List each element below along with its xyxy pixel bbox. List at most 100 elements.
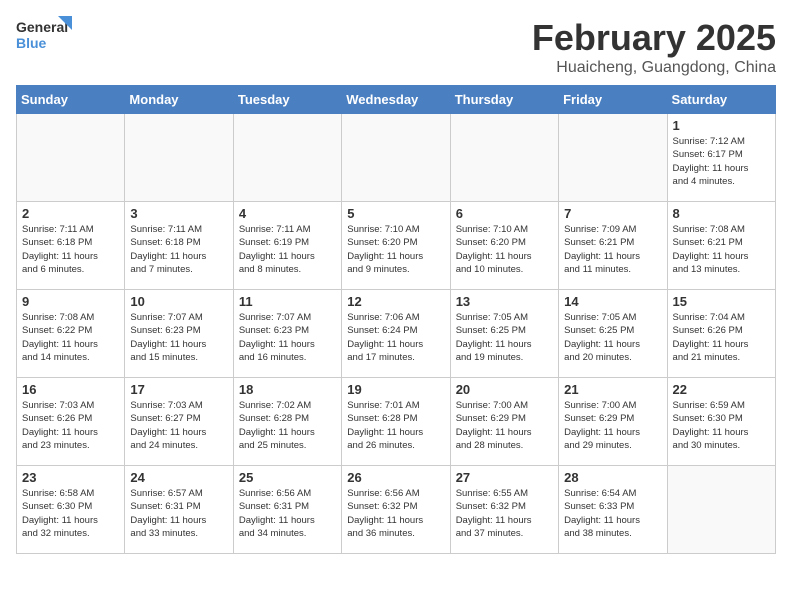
- day-number: 8: [673, 206, 770, 221]
- day-info: Sunrise: 6:56 AM Sunset: 6:31 PM Dayligh…: [239, 487, 336, 540]
- day-info: Sunrise: 7:05 AM Sunset: 6:25 PM Dayligh…: [564, 311, 661, 364]
- calendar-cell: 23 Sunrise: 6:58 AM Sunset: 6:30 PM Dayli…: [17, 466, 125, 554]
- day-info: Sunrise: 7:07 AM Sunset: 6:23 PM Dayligh…: [130, 311, 227, 364]
- day-info: Sunrise: 7:06 AM Sunset: 6:24 PM Dayligh…: [347, 311, 444, 364]
- day-number: 27: [456, 470, 553, 485]
- day-info: Sunrise: 7:01 AM Sunset: 6:28 PM Dayligh…: [347, 399, 444, 452]
- calendar-cell: 9 Sunrise: 7:08 AM Sunset: 6:22 PM Daylig…: [17, 290, 125, 378]
- day-number: 5: [347, 206, 444, 221]
- calendar-cell: [125, 114, 233, 202]
- day-info: Sunrise: 6:59 AM Sunset: 6:30 PM Dayligh…: [673, 399, 770, 452]
- day-number: 21: [564, 382, 661, 397]
- calendar-cell: [17, 114, 125, 202]
- calendar-cell: 28 Sunrise: 6:54 AM Sunset: 6:33 PM Dayli…: [559, 466, 667, 554]
- day-info: Sunrise: 7:10 AM Sunset: 6:20 PM Dayligh…: [347, 223, 444, 276]
- day-info: Sunrise: 7:11 AM Sunset: 6:18 PM Dayligh…: [130, 223, 227, 276]
- calendar-cell: [233, 114, 341, 202]
- calendar-week-5: 23 Sunrise: 6:58 AM Sunset: 6:30 PM Dayli…: [17, 466, 776, 554]
- weekday-header-saturday: Saturday: [667, 86, 775, 114]
- svg-text:Blue: Blue: [16, 35, 47, 51]
- calendar-cell: [559, 114, 667, 202]
- logo: GeneralBlue: [16, 16, 76, 52]
- calendar-title: February 2025: [532, 16, 776, 59]
- calendar-cell: 13 Sunrise: 7:05 AM Sunset: 6:25 PM Dayli…: [450, 290, 558, 378]
- weekday-header-monday: Monday: [125, 86, 233, 114]
- calendar-cell: 27 Sunrise: 6:55 AM Sunset: 6:32 PM Dayli…: [450, 466, 558, 554]
- day-info: Sunrise: 6:56 AM Sunset: 6:32 PM Dayligh…: [347, 487, 444, 540]
- day-info: Sunrise: 7:12 AM Sunset: 6:17 PM Dayligh…: [673, 135, 770, 188]
- day-info: Sunrise: 6:55 AM Sunset: 6:32 PM Dayligh…: [456, 487, 553, 540]
- day-info: Sunrise: 6:57 AM Sunset: 6:31 PM Dayligh…: [130, 487, 227, 540]
- weekday-header-thursday: Thursday: [450, 86, 558, 114]
- day-number: 17: [130, 382, 227, 397]
- day-number: 19: [347, 382, 444, 397]
- calendar-cell: 10Sunrise: 7:07 AM Sunset: 6:23 PM Dayli…: [125, 290, 233, 378]
- header: GeneralBlue February 2025 Huaicheng, Gua…: [16, 16, 776, 77]
- day-number: 22: [673, 382, 770, 397]
- day-info: Sunrise: 7:00 AM Sunset: 6:29 PM Dayligh…: [456, 399, 553, 452]
- day-number: 15: [673, 294, 770, 309]
- day-number: 28: [564, 470, 661, 485]
- calendar-week-3: 9 Sunrise: 7:08 AM Sunset: 6:22 PM Daylig…: [17, 290, 776, 378]
- calendar-cell: 20 Sunrise: 7:00 AM Sunset: 6:29 PM Dayli…: [450, 378, 558, 466]
- day-info: Sunrise: 7:11 AM Sunset: 6:19 PM Dayligh…: [239, 223, 336, 276]
- calendar-cell: 25Sunrise: 6:56 AM Sunset: 6:31 PM Dayli…: [233, 466, 341, 554]
- title-section: February 2025 Huaicheng, Guangdong, Chin…: [532, 16, 776, 77]
- calendar-cell: 14 Sunrise: 7:05 AM Sunset: 6:25 PM Dayli…: [559, 290, 667, 378]
- day-number: 13: [456, 294, 553, 309]
- calendar-cell: 5 Sunrise: 7:10 AM Sunset: 6:20 PM Daylig…: [342, 202, 450, 290]
- day-number: 7: [564, 206, 661, 221]
- calendar-cell: 16Sunrise: 7:03 AM Sunset: 6:26 PM Dayli…: [17, 378, 125, 466]
- svg-text:General: General: [16, 19, 68, 35]
- day-number: 6: [456, 206, 553, 221]
- day-info: Sunrise: 7:00 AM Sunset: 6:29 PM Dayligh…: [564, 399, 661, 452]
- day-number: 9: [22, 294, 119, 309]
- day-number: 14: [564, 294, 661, 309]
- calendar-cell: 24 Sunrise: 6:57 AM Sunset: 6:31 PM Dayli…: [125, 466, 233, 554]
- day-number: 16: [22, 382, 119, 397]
- calendar-cell: 6Sunrise: 7:10 AM Sunset: 6:20 PM Daylig…: [450, 202, 558, 290]
- calendar-week-2: 2 Sunrise: 7:11 AM Sunset: 6:18 PM Daylig…: [17, 202, 776, 290]
- calendar-cell: 22 Sunrise: 6:59 AM Sunset: 6:30 PM Dayli…: [667, 378, 775, 466]
- day-info: Sunrise: 7:04 AM Sunset: 6:26 PM Dayligh…: [673, 311, 770, 364]
- day-number: 20: [456, 382, 553, 397]
- day-info: Sunrise: 7:05 AM Sunset: 6:25 PM Dayligh…: [456, 311, 553, 364]
- calendar-cell: 2 Sunrise: 7:11 AM Sunset: 6:18 PM Daylig…: [17, 202, 125, 290]
- day-number: 18: [239, 382, 336, 397]
- day-info: Sunrise: 7:02 AM Sunset: 6:28 PM Dayligh…: [239, 399, 336, 452]
- day-number: 26: [347, 470, 444, 485]
- weekday-header-friday: Friday: [559, 86, 667, 114]
- day-number: 24: [130, 470, 227, 485]
- day-info: Sunrise: 7:07 AM Sunset: 6:23 PM Dayligh…: [239, 311, 336, 364]
- logo-svg: GeneralBlue: [16, 16, 76, 52]
- day-info: Sunrise: 7:09 AM Sunset: 6:21 PM Dayligh…: [564, 223, 661, 276]
- weekday-header-wednesday: Wednesday: [342, 86, 450, 114]
- day-info: Sunrise: 7:11 AM Sunset: 6:18 PM Dayligh…: [22, 223, 119, 276]
- day-number: 12: [347, 294, 444, 309]
- calendar-cell: 3 Sunrise: 7:11 AM Sunset: 6:18 PM Daylig…: [125, 202, 233, 290]
- day-number: 1: [673, 118, 770, 133]
- day-number: 3: [130, 206, 227, 221]
- calendar-cell: 12 Sunrise: 7:06 AM Sunset: 6:24 PM Dayli…: [342, 290, 450, 378]
- calendar-cell: 11 Sunrise: 7:07 AM Sunset: 6:23 PM Dayli…: [233, 290, 341, 378]
- day-number: 11: [239, 294, 336, 309]
- calendar-cell: 19 Sunrise: 7:01 AM Sunset: 6:28 PM Dayli…: [342, 378, 450, 466]
- calendar-cell: 17 Sunrise: 7:03 AM Sunset: 6:27 PM Dayli…: [125, 378, 233, 466]
- weekday-header-sunday: Sunday: [17, 86, 125, 114]
- calendar-week-1: 1 Sunrise: 7:12 AM Sunset: 6:17 PM Daylig…: [17, 114, 776, 202]
- day-number: 2: [22, 206, 119, 221]
- day-info: Sunrise: 6:58 AM Sunset: 6:30 PM Dayligh…: [22, 487, 119, 540]
- calendar-week-4: 16Sunrise: 7:03 AM Sunset: 6:26 PM Dayli…: [17, 378, 776, 466]
- day-info: Sunrise: 6:54 AM Sunset: 6:33 PM Dayligh…: [564, 487, 661, 540]
- day-info: Sunrise: 7:08 AM Sunset: 6:22 PM Dayligh…: [22, 311, 119, 364]
- weekday-header-tuesday: Tuesday: [233, 86, 341, 114]
- calendar-cell: 1 Sunrise: 7:12 AM Sunset: 6:17 PM Daylig…: [667, 114, 775, 202]
- day-number: 4: [239, 206, 336, 221]
- calendar-cell: 26 Sunrise: 6:56 AM Sunset: 6:32 PM Dayli…: [342, 466, 450, 554]
- calendar-cell: 18 Sunrise: 7:02 AM Sunset: 6:28 PM Dayli…: [233, 378, 341, 466]
- day-number: 23: [22, 470, 119, 485]
- calendar-table: SundayMondayTuesdayWednesdayThursdayFrid…: [16, 85, 776, 554]
- day-info: Sunrise: 7:08 AM Sunset: 6:21 PM Dayligh…: [673, 223, 770, 276]
- day-info: Sunrise: 7:03 AM Sunset: 6:27 PM Dayligh…: [130, 399, 227, 452]
- calendar-cell: [667, 466, 775, 554]
